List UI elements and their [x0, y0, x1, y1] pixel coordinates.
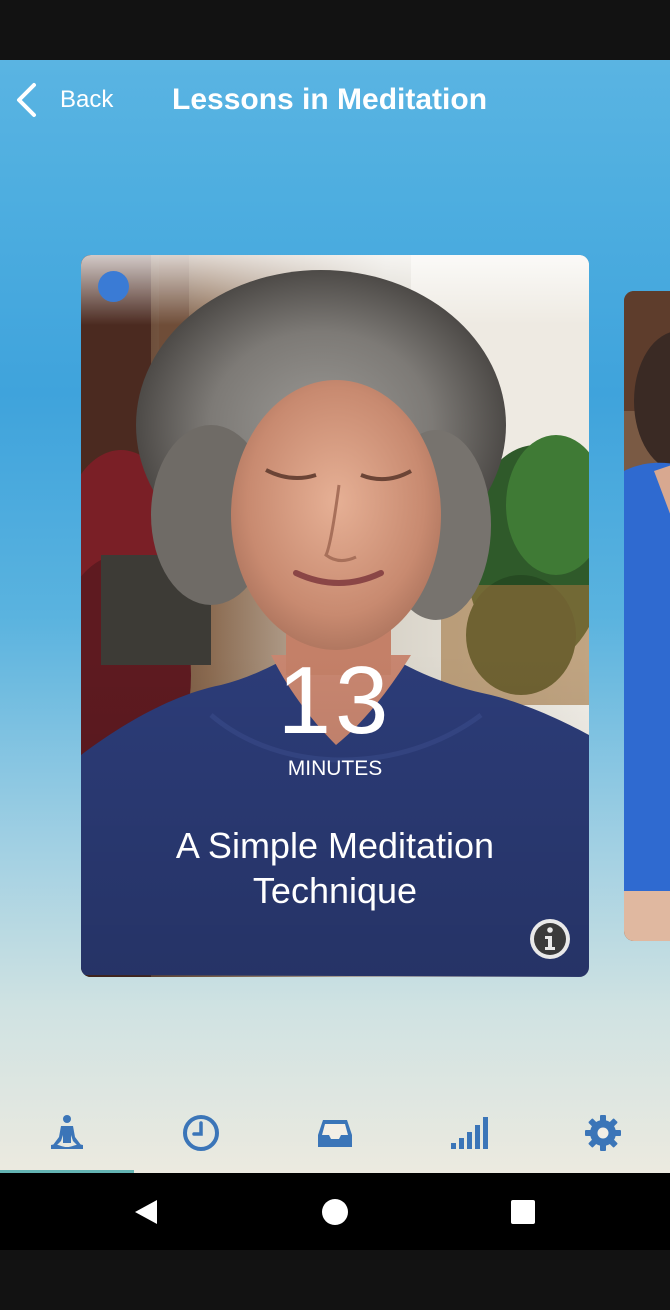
- app-screen: Back Lessons in Meditation 13 MINUTES A …: [0, 60, 670, 1173]
- lesson-minutes: 13: [277, 647, 393, 754]
- tab-settings[interactable]: [536, 1092, 670, 1173]
- tab-inbox[interactable]: [268, 1092, 402, 1173]
- square-recents-icon: [511, 1200, 535, 1224]
- tab-progress[interactable]: [402, 1092, 536, 1173]
- circle-home-icon: [322, 1199, 348, 1225]
- back-label: Back: [60, 86, 114, 113]
- info-button[interactable]: [530, 919, 570, 959]
- next-lesson-photo: [624, 291, 670, 941]
- meditation-icon: [51, 1114, 83, 1149]
- tab-bar: [0, 1092, 670, 1173]
- inbox-icon: [318, 1119, 352, 1147]
- page-title: Lessons in Meditation: [172, 83, 488, 116]
- nav-home-button[interactable]: [320, 1197, 350, 1227]
- header: Back Lessons in Meditation: [0, 60, 670, 140]
- lesson-title: A Simple Meditation Technique: [175, 825, 495, 911]
- tab-meditate[interactable]: [0, 1092, 134, 1173]
- new-lesson-dot: [98, 271, 129, 302]
- signal-bars-icon: [451, 1116, 488, 1149]
- back-button[interactable]: Back: [14, 80, 113, 120]
- system-nav-bar: [0, 1173, 670, 1250]
- triangle-back-icon: [135, 1200, 157, 1224]
- chevron-left-icon: [17, 83, 36, 117]
- nav-recents-button[interactable]: [508, 1197, 538, 1227]
- info-icon: [531, 920, 569, 958]
- lesson-card[interactable]: 13 MINUTES A Simple Meditation Technique: [81, 255, 589, 977]
- bottom-strip: [0, 1250, 670, 1310]
- next-lesson-card[interactable]: [624, 291, 670, 941]
- nav-back-button[interactable]: [131, 1197, 161, 1227]
- minutes-label: MINUTES: [287, 757, 383, 780]
- gear-icon: [585, 1114, 621, 1151]
- tab-history[interactable]: [134, 1092, 268, 1173]
- clock-icon: [183, 1114, 219, 1151]
- status-bar: [0, 0, 670, 60]
